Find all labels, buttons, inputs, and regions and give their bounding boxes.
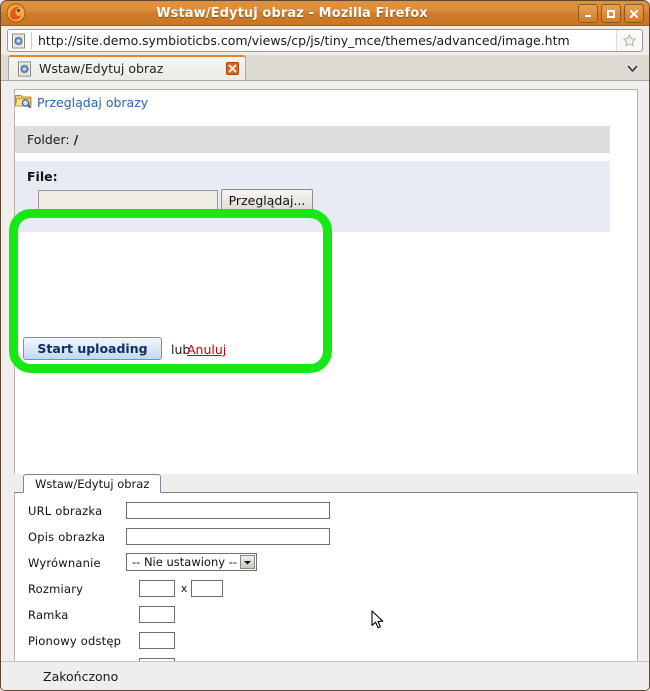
title-bar: Wstaw/Edytuj obraz - Mozilla Firefox xyxy=(1,1,649,26)
firefox-logo-icon xyxy=(6,3,26,23)
form-row-opis: Opis obrazka xyxy=(15,525,637,551)
label-rozmiary: Rozmiary xyxy=(28,582,84,596)
folder-value: / xyxy=(73,132,79,147)
form-row-wyrownanie: Wyrównanie -- Nie ustawiony -- xyxy=(15,551,637,577)
input-url-obrazka[interactable] xyxy=(126,502,330,519)
start-uploading-button[interactable]: Start uploading xyxy=(23,337,162,360)
page-favicon-icon xyxy=(11,33,27,49)
close-button[interactable] xyxy=(624,4,644,23)
tab-favicon-icon xyxy=(17,61,33,77)
form-row-ramka: Ramka xyxy=(15,603,637,629)
file-input[interactable] xyxy=(38,190,218,210)
browse-images-link[interactable]: Przeglądaj obrazy xyxy=(15,93,148,112)
page-content: Przeglądaj obrazy Folder: / File: Przegl… xyxy=(1,81,649,690)
label-url-obrazka: URL obrazka xyxy=(28,504,103,518)
form-row-pionowy-odstep: Pionowy odstęp xyxy=(15,629,637,655)
label-ramka: Ramka xyxy=(28,608,69,622)
dimension-separator: x xyxy=(181,583,188,595)
bookmark-star-icon[interactable] xyxy=(616,30,642,51)
chevron-down-icon[interactable] xyxy=(624,60,640,76)
input-rozmiary-height[interactable] xyxy=(191,580,223,597)
status-text: Zakończono xyxy=(43,668,119,684)
upload-cancel-link[interactable]: Anuluj xyxy=(187,342,226,357)
form-tab-label: Wstaw/Edytuj obraz xyxy=(35,476,150,491)
input-pionowy-odstep[interactable] xyxy=(139,632,175,649)
tab-close-icon[interactable] xyxy=(225,62,239,76)
browse-images-label: Przeglądaj obrazy xyxy=(37,95,149,110)
upload-file-row: File: Przeglądaj... xyxy=(15,161,610,232)
status-bar: Zakończono xyxy=(1,661,649,690)
upload-folder-text: Folder: / xyxy=(27,132,78,147)
input-ramka[interactable] xyxy=(139,606,175,623)
label-pionowy-odstep: Pionowy odstęp xyxy=(28,634,122,648)
select-wyrownanie-value: -- Nie ustawiony -- xyxy=(132,555,238,569)
form-row-url: URL obrazka xyxy=(15,499,637,525)
minimize-button[interactable] xyxy=(578,4,598,23)
form-tab-strip: Wstaw/Edytuj obraz xyxy=(14,474,638,493)
input-opis-obrazka[interactable] xyxy=(126,528,330,545)
select-wyrownanie[interactable]: -- Nie ustawiony -- xyxy=(126,553,257,571)
tab-wstaw-edytuj-obraz[interactable]: Wstaw/Edytuj obraz xyxy=(8,55,246,80)
file-label: File: xyxy=(27,169,58,184)
form-row-rozmiary: Rozmiary x xyxy=(15,577,637,603)
folder-label: Folder: xyxy=(27,132,70,147)
window-title: Wstaw/Edytuj obraz - Mozilla Firefox xyxy=(156,5,428,21)
input-rozmiary-width[interactable] xyxy=(139,580,175,597)
navigation-bar: http://site.demo.symbioticbs.com/views/c… xyxy=(1,26,649,55)
label-wyrownanie: Wyrównanie xyxy=(28,556,101,570)
label-opis-obrazka: Opis obrazka xyxy=(28,530,106,544)
maximize-button[interactable] xyxy=(601,4,621,23)
browser-window: Wstaw/Edytuj obraz - Mozilla Firefox htt… xyxy=(0,0,650,691)
tab-label: Wstaw/Edytuj obraz xyxy=(39,61,164,76)
url-bar[interactable]: http://site.demo.symbioticbs.com/views/c… xyxy=(7,29,643,52)
upload-folder-header: Folder: / xyxy=(15,126,610,153)
window-controls xyxy=(578,4,644,23)
tab-wstaw-edytuj-obraz-form[interactable]: Wstaw/Edytuj obraz xyxy=(23,474,162,493)
folder-search-icon xyxy=(15,93,32,112)
file-browse-button[interactable]: Przeglądaj... xyxy=(221,189,313,211)
tab-strip: Wstaw/Edytuj obraz xyxy=(1,55,649,81)
url-text[interactable]: http://site.demo.symbioticbs.com/views/c… xyxy=(32,33,616,48)
chevron-down-icon[interactable] xyxy=(240,555,255,569)
